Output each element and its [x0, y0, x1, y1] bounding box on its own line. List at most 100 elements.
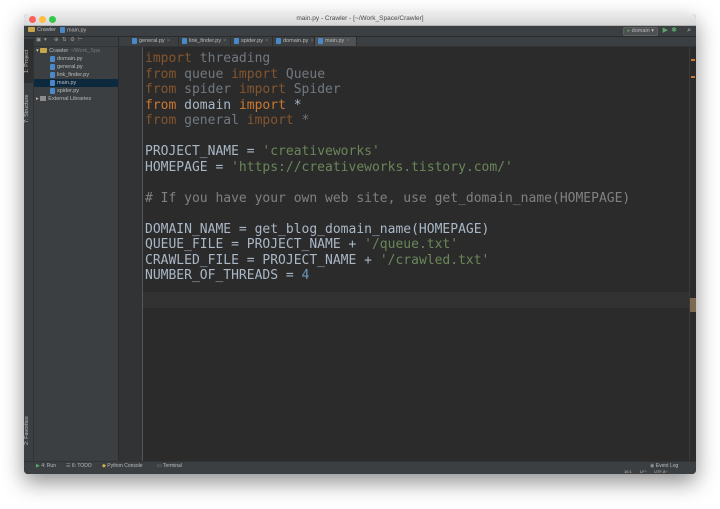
tab-project-tool[interactable]: 1: Project: [24, 39, 33, 83]
chevron-right-icon: ▸: [36, 96, 39, 102]
project-view-icon[interactable]: ▣: [36, 37, 41, 43]
tree-external-label: External Libraries: [48, 96, 92, 102]
tree-file-label: main.py: [57, 80, 77, 86]
code-token: threading: [191, 51, 271, 66]
todo-tool-button[interactable]: ☰ 6: TODO: [66, 462, 92, 470]
tree-root[interactable]: ▾ Crawler ~/Work_Spa: [34, 47, 118, 55]
code-token: # If you have your own web site, use get…: [145, 190, 631, 206]
editor-tab-label: main.py: [325, 38, 345, 44]
left-tool-strip: 1: Project 7: Structure 2: Favorites: [24, 37, 34, 461]
tree-file-item[interactable]: domain.py: [34, 55, 118, 63]
warning-marker[interactable]: [691, 76, 695, 78]
search-icon[interactable]: ⌕: [687, 27, 691, 35]
collapse-icon[interactable]: ⇅: [62, 37, 67, 43]
editor-tab[interactable]: spider.py ×: [231, 37, 273, 46]
close-tab-icon[interactable]: ×: [310, 38, 313, 44]
editor-gutter[interactable]: [119, 47, 143, 461]
close-tab-icon[interactable]: ×: [223, 38, 226, 44]
library-icon: [40, 96, 47, 102]
editor-tab[interactable]: general.py ×: [129, 37, 179, 46]
code-token: general: [176, 113, 247, 128]
code-line: DOMAIN_NAME = get_blog_domain_name(HOMEP…: [145, 222, 489, 238]
tree-file-label: link_finder.py: [57, 72, 90, 78]
code-token: '/crawled.txt': [379, 252, 490, 268]
code-token: spider: [176, 82, 239, 97]
python-file-icon: [234, 37, 239, 44]
run-icon: ▶: [36, 463, 40, 469]
editor-tabs: general.py × link_finder.py × spider.py × doma…: [119, 37, 696, 47]
code-token: import: [231, 66, 279, 82]
hide-panel-icon[interactable]: ⊢: [78, 37, 83, 43]
fold-region-marker[interactable]: [134, 51, 140, 119]
code-token: CRAWLED_FILE = PROJECT_NAME +: [145, 252, 380, 268]
python-file-icon: [50, 63, 55, 70]
tree-file-label: domain.py: [57, 56, 83, 62]
editor-tab-label: general.py: [139, 38, 165, 44]
editor-tab[interactable]: link_finder.py ×: [179, 37, 231, 46]
todo-tool-label: 6: TODO: [71, 463, 92, 469]
sync-icon[interactable]: ⊕: [54, 37, 59, 43]
run-tool-button[interactable]: ▶ 4: Run: [36, 462, 56, 470]
line-separator[interactable]: LF÷: [640, 469, 647, 474]
editor-tab[interactable]: domain.py ×: [273, 37, 315, 46]
tree-root-label: Crawler: [49, 48, 69, 54]
todo-icon: ☰: [66, 463, 71, 469]
code-token: from: [145, 97, 177, 113]
run-icon[interactable]: ▶: [663, 27, 668, 35]
python-console-label: Python Console: [107, 463, 143, 469]
python-console-tool-button[interactable]: ◆ Python Console: [102, 462, 143, 470]
breadcrumb-file[interactable]: main.py: [60, 27, 86, 33]
python-file-icon: [50, 79, 55, 86]
code-token: Spider: [285, 82, 341, 97]
project-panel: ▣ ▾ ⊕ ⇅ ⚙ ⊢ ▾ Crawler ~/Work_Spa domain.…: [34, 37, 119, 461]
tree-file-item[interactable]: spider.py: [34, 87, 118, 95]
tree-file-label: general.py: [57, 64, 83, 70]
editor-tab-label: link_finder.py: [189, 38, 222, 44]
tab-favorites-tool[interactable]: 2: Favorites: [24, 409, 33, 453]
close-tab-icon[interactable]: ×: [346, 38, 349, 44]
breadcrumb-project-label: Crawler: [37, 27, 56, 33]
ide-window: main.py - Crawler - [~/Work_Space/Crawle…: [24, 14, 696, 474]
editor-scrollbar[interactable]: [689, 47, 696, 461]
run-configuration-select[interactable]: ▸ domain ▾: [623, 27, 658, 36]
tree-root-path: ~/Work_Spa: [69, 48, 101, 54]
code-token: NUMBER_OF_THREADS =: [145, 268, 302, 283]
navigation-bar: Crawler main.py ▸ domain ▾ ▶ ✱ ⌕: [24, 26, 696, 37]
warning-marker[interactable]: [691, 59, 695, 61]
chevron-down-icon[interactable]: ▾: [44, 37, 47, 43]
terminal-tool-button[interactable]: ▭ Terminal: [157, 462, 182, 470]
python-file-icon: [60, 27, 65, 33]
editor-tab[interactable]: main.py ×: [315, 37, 357, 46]
code-line: from spider import Spider: [145, 82, 341, 98]
python-file-icon: [318, 37, 323, 44]
folder-icon: [40, 48, 48, 54]
tree-file-item[interactable]: main.py: [34, 79, 118, 87]
code-editor[interactable]: import threading from queue import Queue f…: [143, 47, 696, 461]
bottom-tool-bar: ▶ 4: Run ☰ 6: TODO ◆ Python Console ▭ Te…: [24, 461, 696, 470]
code-line: from domain import *: [145, 98, 302, 114]
code-line: import threading: [145, 51, 270, 67]
code-token: import: [145, 51, 192, 66]
run-configuration-label: domain: [631, 28, 650, 34]
code-token: *: [285, 97, 302, 113]
debug-icon[interactable]: ✱: [671, 27, 677, 35]
terminal-icon: ▭: [157, 463, 162, 469]
breadcrumb-project[interactable]: Crawler: [28, 27, 56, 33]
code-token: from: [145, 113, 177, 128]
close-tab-icon[interactable]: ×: [265, 38, 268, 44]
code-token: import: [246, 113, 294, 128]
editor-tab-label: domain.py: [283, 38, 309, 44]
file-encoding[interactable]: UTF-8÷: [654, 469, 668, 474]
window-title: main.py - Crawler - [~/Work_Space/Crawle…: [296, 15, 424, 22]
close-tab-icon[interactable]: ×: [167, 38, 170, 44]
tree-external-libraries[interactable]: ▸ External Libraries: [34, 95, 118, 103]
gear-icon[interactable]: ⚙: [70, 37, 75, 43]
chevron-down-icon: ▾: [651, 28, 654, 34]
code-token: 4: [301, 268, 310, 283]
scroll-thumb[interactable]: [690, 298, 696, 312]
code-token: '/queue.txt': [364, 237, 459, 252]
tree-file-item[interactable]: general.py: [34, 63, 118, 71]
tree-file-item[interactable]: link_finder.py: [34, 71, 118, 79]
tab-structure-tool[interactable]: 7: Structure: [24, 87, 33, 131]
caret-position[interactable]: 16:1: [624, 469, 632, 474]
